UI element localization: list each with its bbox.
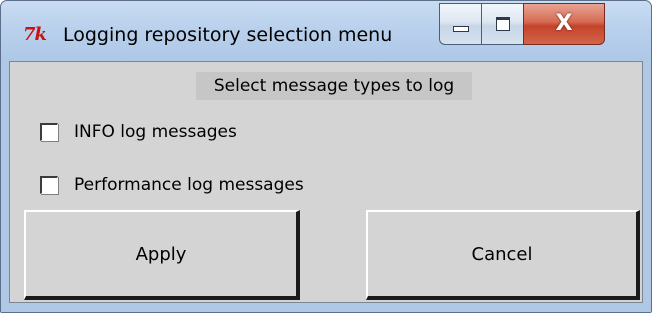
apply-button[interactable]: Apply (24, 210, 300, 300)
close-icon: X (555, 11, 573, 36)
window-title: Logging repository selection menu (63, 24, 393, 46)
window-controls: X (439, 3, 605, 45)
info-log-checkbox[interactable] (40, 123, 58, 141)
title-bar[interactable]: 7k Logging repository selection menu X (1, 1, 651, 61)
close-button[interactable]: X (523, 3, 605, 45)
maximize-icon (495, 17, 510, 31)
option-info-log[interactable]: INFO log messages (40, 120, 237, 144)
performance-log-checkbox[interactable] (40, 176, 58, 194)
cancel-button[interactable]: Cancel (366, 210, 640, 300)
option-performance-log[interactable]: Performance log messages (40, 173, 304, 197)
minimize-button[interactable] (439, 3, 481, 45)
info-log-label[interactable]: INFO log messages (74, 122, 237, 142)
dialog-window: 7k Logging repository selection menu X S… (0, 0, 652, 313)
section-header: Select message types to log (196, 72, 472, 100)
dialog-body: Select message types to log INFO log mes… (9, 61, 643, 303)
minimize-icon (452, 26, 469, 32)
tk-app-icon: 7k (23, 24, 47, 45)
performance-log-label[interactable]: Performance log messages (74, 175, 304, 195)
maximize-button[interactable] (481, 3, 523, 45)
